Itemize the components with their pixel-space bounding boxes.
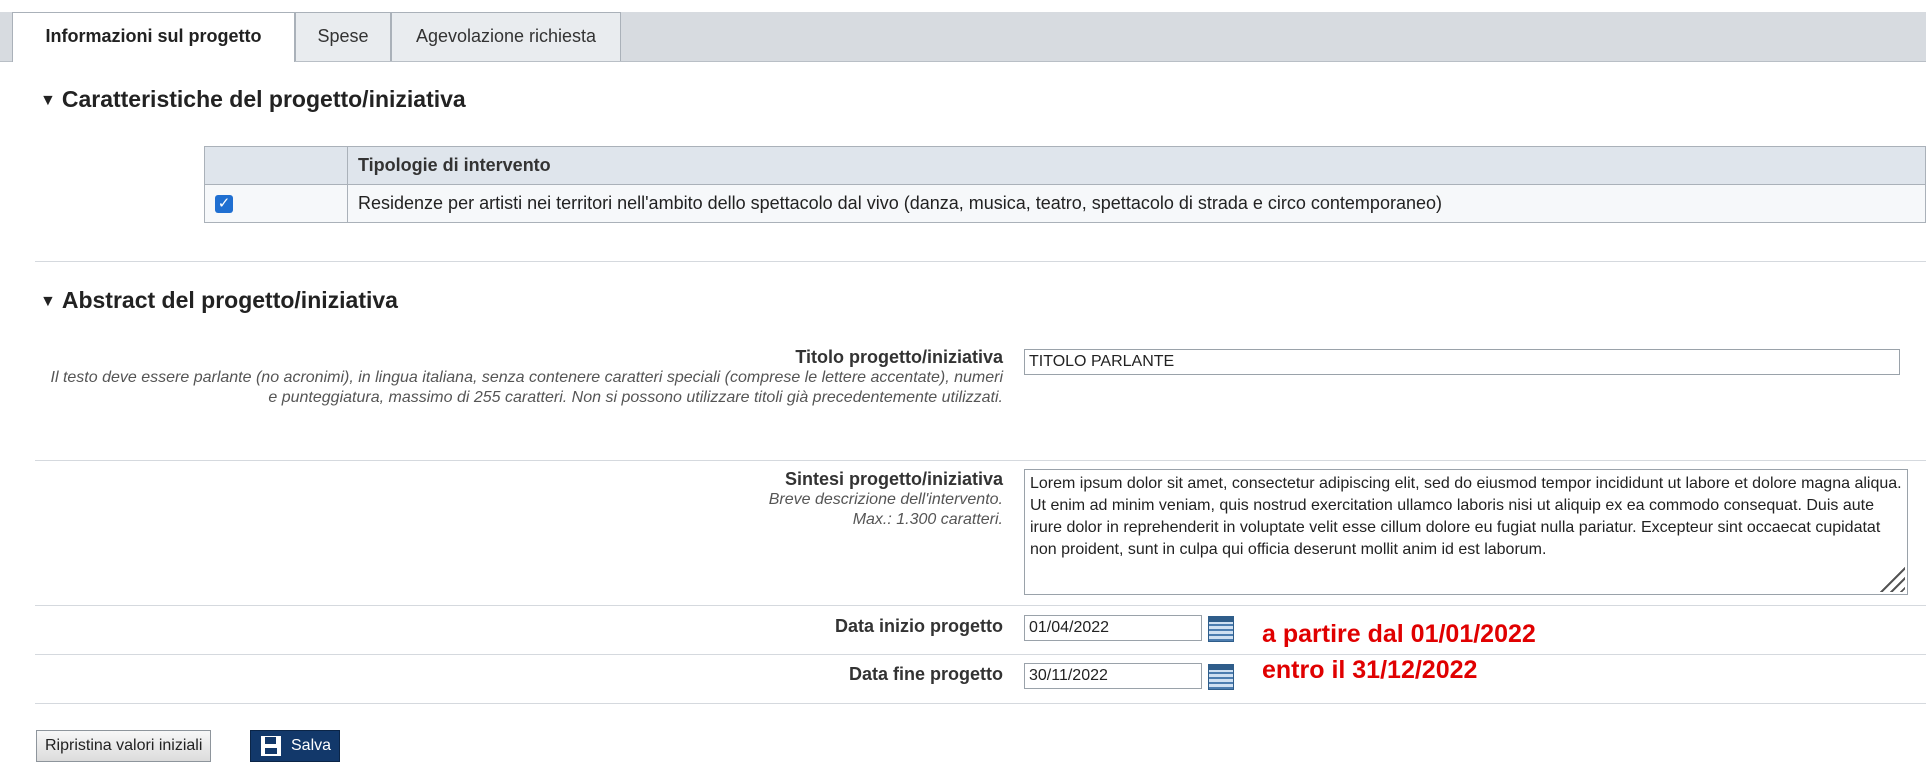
calendar-icon[interactable] — [1208, 664, 1234, 690]
sintesi-label-block: Sintesi progetto/iniziativa Breve descri… — [503, 469, 1003, 530]
tipologia-checkbox[interactable]: ✓ — [215, 195, 233, 214]
sintesi-max-text: Max.: 1.300 caratteri. — [852, 511, 1003, 528]
save-disk-icon — [261, 736, 281, 756]
tab-bar: Informazioni sul progetto Spese Agevolaz… — [0, 12, 1926, 62]
tab-informazioni-progetto[interactable]: Informazioni sul progetto — [12, 12, 295, 62]
divider — [35, 703, 1926, 704]
data-inizio-label-block: Data inizio progetto — [603, 616, 1003, 637]
section-caratteristiche-title[interactable]: ▼ Caratteristiche del progetto/iniziativa — [40, 86, 466, 113]
tab-spese[interactable]: Spese — [295, 12, 391, 61]
data-inizio-note: a partire dal 01/01/2022 — [1262, 620, 1536, 648]
divider — [35, 261, 1926, 262]
resize-grip-icon[interactable] — [1879, 566, 1905, 592]
section-abstract-label: Abstract del progetto/iniziativa — [61, 287, 398, 313]
collapse-triangle-icon[interactable]: ▼ — [40, 293, 56, 310]
reset-button[interactable]: Ripristina valori iniziali — [36, 730, 212, 762]
table-header-check — [204, 146, 348, 185]
divider — [35, 605, 1926, 606]
tipologie-table: Tipologie di intervento ✓ Residenze per … — [204, 146, 1926, 223]
section-caratteristiche-label: Caratteristiche del progetto/iniziativa — [61, 86, 466, 112]
data-fine-note: entro il 31/12/2022 — [1262, 656, 1478, 684]
titolo-input[interactable]: TITOLO PARLANTE — [1024, 349, 1900, 375]
save-label: Salva — [291, 737, 332, 754]
tab-agevolazione-richiesta[interactable]: Agevolazione richiesta — [391, 12, 621, 61]
calendar-icon[interactable] — [1208, 616, 1234, 642]
section-abstract-title[interactable]: ▼ Abstract del progetto/iniziativa — [40, 287, 398, 314]
sintesi-text: Lorem ipsum dolor sit amet, consectetur … — [1030, 475, 1902, 558]
table-row: ✓ Residenze per artisti nei territori ne… — [204, 184, 1926, 223]
sintesi-label: Sintesi progetto/iniziativa — [784, 469, 1003, 489]
titolo-label: Titolo progetto/iniziativa — [795, 347, 1003, 367]
titolo-help-text: Il testo deve essere parlante (no acroni… — [50, 369, 1003, 406]
save-button[interactable]: Salva — [250, 730, 341, 762]
data-fine-label-block: Data fine progetto — [603, 664, 1003, 685]
sintesi-textarea[interactable]: Lorem ipsum dolor sit amet, consectetur … — [1024, 469, 1908, 595]
titolo-label-block: Titolo progetto/iniziativa Il testo deve… — [43, 347, 1003, 408]
divider — [35, 654, 1926, 655]
collapse-triangle-icon[interactable]: ▼ — [40, 92, 56, 109]
table-header-row: Tipologie di intervento — [204, 146, 1926, 185]
data-fine-label: Data fine progetto — [848, 664, 1003, 684]
sintesi-help-text: Breve descrizione dell'intervento. — [768, 491, 1003, 508]
data-inizio-input[interactable]: 01/04/2022 — [1024, 615, 1202, 641]
data-fine-input[interactable]: 30/11/2022 — [1024, 663, 1202, 689]
table-cell-check: ✓ — [204, 184, 348, 223]
divider — [35, 460, 1926, 461]
table-header-tipologie: Tipologie di intervento — [347, 146, 1926, 185]
data-inizio-label: Data inizio progetto — [835, 616, 1003, 636]
tipologia-text: Residenze per artisti nei territori nell… — [347, 184, 1926, 223]
